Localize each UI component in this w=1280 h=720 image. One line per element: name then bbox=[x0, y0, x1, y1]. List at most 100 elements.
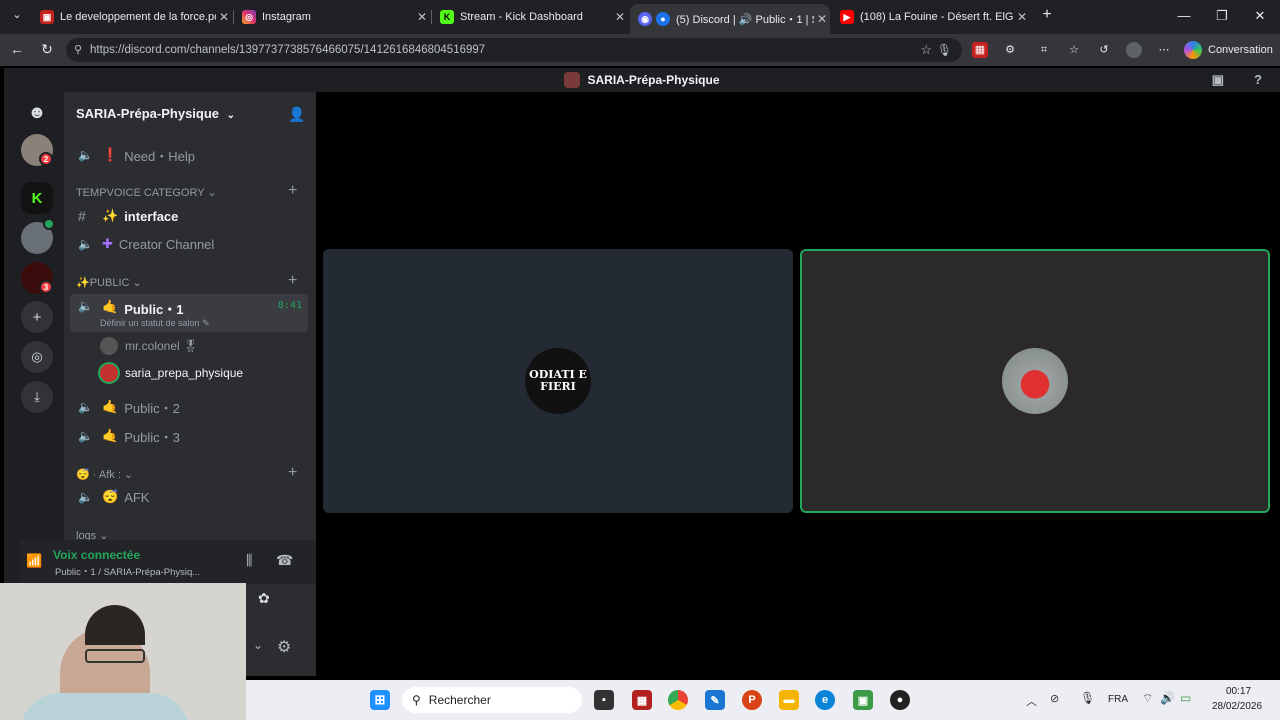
app-green-icon[interactable]: ▣ bbox=[853, 690, 873, 710]
app-red-icon[interactable]: ▦ bbox=[632, 690, 652, 710]
microphone-icon[interactable]: 🎙 bbox=[937, 38, 952, 62]
category-public[interactable]: ✨PUBLIC ⌄ bbox=[76, 276, 142, 289]
voice-timer: 8:41 bbox=[277, 300, 302, 311]
voice-user-mrcolonel[interactable]: mr.colonel 🎖 bbox=[100, 335, 198, 357]
settings-gear-icon[interactable]: ⚙ bbox=[277, 637, 291, 657]
task-view-icon[interactable]: ▪ bbox=[594, 690, 614, 710]
browser-tab-pdf[interactable]: ▣ Le developpement de la force.pdf ✕ bbox=[32, 4, 232, 30]
participant-tile-mrcolonel[interactable]: ODIATI E FIERI bbox=[323, 249, 793, 513]
soundboard-icon[interactable]: ✿ bbox=[258, 590, 270, 607]
clock-date[interactable]: 28/02/2026 bbox=[1212, 701, 1262, 712]
site-info-icon[interactable]: ⚲ bbox=[74, 38, 82, 62]
tab-list-chevron-icon[interactable]: ⌄ bbox=[8, 8, 26, 21]
chrome-icon[interactable] bbox=[668, 690, 688, 710]
participant-avatar bbox=[1002, 348, 1068, 414]
channel-public-2[interactable]: 🔈 🤙 Public・2 bbox=[70, 394, 308, 420]
sparkle-icon: ✨ bbox=[102, 208, 119, 223]
wifi-icon[interactable]: ⌔ bbox=[1142, 691, 1153, 706]
create-channel-plus-icon[interactable]: + bbox=[288, 182, 297, 200]
browser-tab-youtube[interactable]: ▶ (108) La Fouine - Désert ft. ElGrande … bbox=[832, 4, 1030, 30]
voice-location[interactable]: Public・1 / SARIA-Prépa-Physiq... bbox=[55, 564, 200, 578]
create-channel-plus-icon[interactable]: + bbox=[288, 464, 297, 482]
file-explorer-icon[interactable]: ▬ bbox=[779, 690, 799, 710]
disconnect-icon[interactable]: ☎ bbox=[276, 552, 293, 569]
kick-server-icon[interactable]: K bbox=[21, 182, 53, 214]
explore-compass-icon[interactable]: ◎ bbox=[21, 341, 53, 373]
set-channel-status[interactable]: Définir un statut de salon ✎ bbox=[100, 318, 210, 329]
browser-tab-kick[interactable]: K Stream - Kick Dashboard ✕ bbox=[432, 4, 628, 30]
cloud-off-icon[interactable]: ⊘ bbox=[1050, 692, 1059, 705]
channel-interface[interactable]: # ✨ interface bbox=[70, 203, 308, 229]
edge-icon[interactable]: e bbox=[815, 690, 835, 710]
download-icon[interactable]: ⤓ bbox=[21, 381, 53, 413]
speaker-icon: 🔈 bbox=[78, 400, 93, 414]
server-icon-saria[interactable] bbox=[21, 218, 55, 254]
sleepy-emoji-icon: 😴 bbox=[102, 489, 119, 504]
tray-chevron-up-icon[interactable]: ︿ bbox=[1026, 693, 1037, 709]
browser-tab-instagram[interactable]: ◎ Instagram ✕ bbox=[234, 4, 430, 30]
minimize-icon[interactable]: — bbox=[1174, 8, 1194, 23]
bookmark-star-icon[interactable]: ☆ bbox=[920, 38, 932, 62]
channel-afk[interactable]: 🔈 😴 AFK bbox=[70, 484, 308, 510]
category-tempvoice[interactable]: TEMPVOICE CATEGORY ⌄ bbox=[76, 186, 217, 199]
app-blue-icon[interactable]: ✎ bbox=[705, 690, 725, 710]
channel-emoji-icon: 🤙 bbox=[102, 299, 119, 314]
plus-sparkle-icon: ✚ bbox=[102, 236, 113, 251]
channel-need-help[interactable]: 🔈 ❗ Need・Help bbox=[70, 142, 308, 168]
copilot-icon bbox=[1184, 41, 1202, 59]
profile-avatar-icon[interactable] bbox=[1126, 42, 1142, 58]
extension-red-icon[interactable]: ▦ bbox=[972, 42, 988, 58]
close-tab-icon[interactable]: ✕ bbox=[612, 10, 628, 24]
voice-user-saria[interactable]: saria_prepa_physique bbox=[100, 362, 243, 384]
extension-puzzle-icon[interactable]: ⚙ bbox=[1002, 42, 1018, 58]
favorites-icon[interactable]: ☆ bbox=[1066, 42, 1082, 58]
channel-creator[interactable]: 🔈 ✚ Creator Channel bbox=[70, 231, 308, 257]
close-tab-icon[interactable]: ✕ bbox=[414, 10, 430, 24]
pdf-reader-icon[interactable]: P bbox=[742, 690, 762, 710]
battery-icon[interactable]: ▭ bbox=[1180, 691, 1191, 705]
chevron-down-icon: ⌄ bbox=[226, 110, 236, 121]
language-indicator[interactable]: FRA bbox=[1108, 694, 1128, 705]
back-arrow-icon[interactable]: ← bbox=[8, 41, 26, 57]
clock-time[interactable]: 00:17 bbox=[1226, 686, 1251, 697]
invite-user-icon[interactable]: 👤 bbox=[288, 106, 305, 123]
channel-public-3[interactable]: 🔈 🤙 Public・3 bbox=[70, 423, 308, 449]
windows-start-icon[interactable]: ⊞ bbox=[370, 690, 390, 710]
maximize-icon[interactable]: ❐ bbox=[1212, 8, 1232, 24]
close-tab-icon[interactable]: ✕ bbox=[1014, 10, 1030, 24]
channel-public-1[interactable]: 🔈 🤙 Public・1 8:41 Définir un statut de s… bbox=[70, 294, 308, 332]
voice-connection-panel: 📶 Voix connectée Public・1 / SARIA-Prépa-… bbox=[20, 540, 316, 584]
media-playing-icon: ● bbox=[656, 12, 670, 26]
help-icon[interactable]: ? bbox=[1254, 72, 1262, 87]
close-window-icon[interactable]: ✕ bbox=[1250, 8, 1270, 24]
create-channel-plus-icon[interactable]: + bbox=[288, 272, 297, 290]
address-bar[interactable]: ⚲ https://discord.com/channels/139773773… bbox=[66, 38, 962, 62]
history-icon[interactable]: ↺ bbox=[1096, 42, 1112, 58]
discord-home-icon[interactable]: ☻ bbox=[21, 96, 53, 128]
noise-suppression-icon[interactable]: ⫼ bbox=[246, 552, 252, 569]
close-tab-icon[interactable]: ✕ bbox=[814, 12, 830, 26]
avatar bbox=[100, 337, 118, 355]
reload-icon[interactable]: ↻ bbox=[38, 41, 56, 58]
volume-icon[interactable]: 🔊 bbox=[1160, 691, 1175, 705]
server-icon-4[interactable]: 3 bbox=[21, 262, 53, 294]
chevron-down-icon[interactable]: ⌄ bbox=[253, 638, 263, 652]
hashtag-icon: # bbox=[78, 208, 86, 224]
add-server-plus-icon[interactable]: + bbox=[21, 301, 53, 333]
microphone-tray-icon[interactable]: 🎙 bbox=[1080, 691, 1095, 705]
close-tab-icon[interactable]: ✕ bbox=[216, 10, 232, 24]
participant-tile-saria[interactable] bbox=[800, 249, 1270, 513]
new-tab-plus-icon[interactable]: + bbox=[1038, 6, 1056, 24]
extension-tools-icon[interactable]: ⌗ bbox=[1036, 42, 1052, 58]
channel-emoji-icon: 🤙 bbox=[102, 428, 119, 443]
voice-status[interactable]: Voix connectée bbox=[53, 548, 140, 562]
taskbar-search[interactable]: ⚲ Rechercher bbox=[402, 687, 582, 713]
server-name-header[interactable]: SARIA-Prépa-Physique ⌄ bbox=[76, 106, 235, 121]
more-menu-icon[interactable]: ⋯ bbox=[1156, 42, 1172, 58]
server-icon-1[interactable]: 2 bbox=[21, 134, 53, 166]
inbox-icon[interactable]: ▣ bbox=[1212, 72, 1224, 88]
app-dark-icon[interactable]: ● bbox=[890, 690, 910, 710]
browser-tab-discord[interactable]: ◉ ● (5) Discord | 🔊 Public・1 | SARIA-Pré… bbox=[630, 4, 830, 34]
category-afk[interactable]: 😴 · Afk : ⌄ bbox=[76, 468, 133, 481]
copilot-conversation-button[interactable]: Conversation bbox=[1184, 39, 1273, 61]
